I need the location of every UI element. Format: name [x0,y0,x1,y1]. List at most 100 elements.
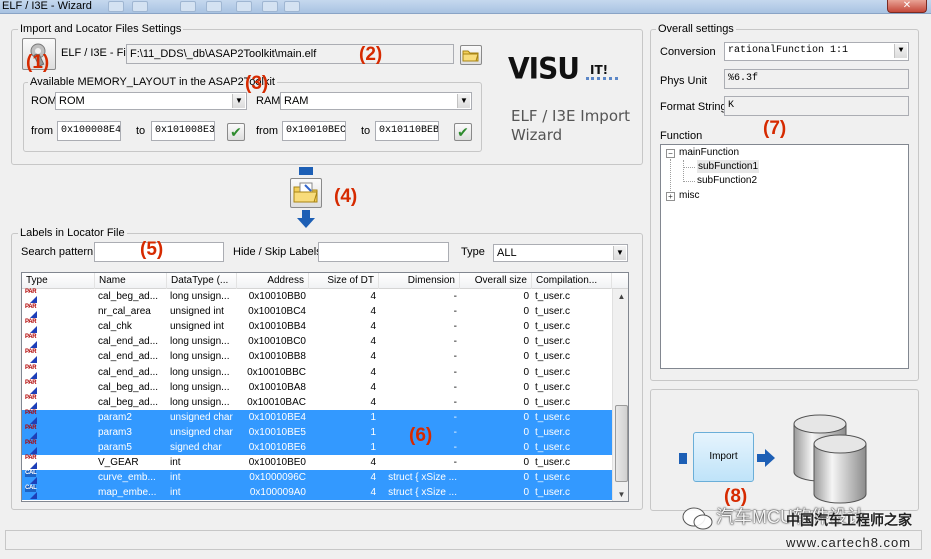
check-icon: ✔ [457,124,469,140]
table-row[interactable]: PAR cal_beg_ad... long unsign... 0x10010BA8… [22,380,612,395]
column-header-datatype[interactable]: DataType (... [167,273,237,289]
scroll-up-icon[interactable]: ▲ [613,289,628,304]
scroll-down-icon[interactable]: ▼ [613,487,628,501]
type-icon-triangle [30,356,37,364]
tree-node-sub-function-2[interactable]: subFunction2 [697,174,757,187]
format-string-field[interactable]: K [724,96,909,116]
cell-size: 4 [370,336,376,348]
tree-line [683,167,695,168]
tree-line [683,160,684,182]
type-filter-label: Type [461,246,485,258]
expand-icon[interactable]: + [666,192,675,201]
ram-to-label: to [361,125,371,137]
chevron-down-icon[interactable]: ▼ [894,44,907,58]
tree-node-misc[interactable]: misc [679,189,700,202]
table-row[interactable]: CAL curve_emb... int 0x1000096C 4 struct { xS… [22,470,612,486]
cell-name: param2 [98,411,132,423]
table-row[interactable]: PAR param2 unsigned char 0x10010BE4 1 - 0 t_use… [22,409,612,425]
table-row[interactable]: PAR cal_beg_ad... long unsign... 0x10010BAC… [22,395,612,410]
type-filter-select[interactable]: ALL ▼ [493,244,628,262]
scrollbar-thumb[interactable] [615,405,628,482]
column-header-overall-size[interactable]: Overall size [460,273,532,289]
table-row[interactable]: PAR cal_chk unsigned int 0x10010BB4 4 - 0 t_use… [22,319,612,334]
tree-node-main-function[interactable]: mainFunction [679,146,739,159]
annotation-6: (6) [409,425,433,446]
cell-datatype: long unsign... [170,396,230,408]
type-icon-label: PAR [25,409,37,416]
rom-select[interactable]: ROM ▼ [55,92,247,110]
cell-datatype: unsigned int [170,321,224,333]
column-header-type[interactable]: Type [22,273,95,289]
ram-from-field[interactable]: 0x10010BEC [282,121,346,141]
title-bar: ELF / I3E - Wizard ✕ [0,0,931,14]
cell-compilation: t_user.c [535,351,571,363]
conversion-select[interactable]: rationalFunction 1:1 ▼ [724,42,909,61]
import-button[interactable]: Import [693,432,754,482]
type-icon-label: CAL [25,470,37,478]
rom-to-field[interactable]: 0x101008E3 [151,121,215,141]
table-row[interactable]: PAR param3 unsigned char 0x10010BE5 1-0 t_use… [22,424,612,440]
close-button[interactable]: ✕ [887,0,927,13]
cell-name: cal_end_ad... [98,351,159,363]
column-header-compilation[interactable]: Compilation... [532,273,612,289]
table-row[interactable]: PAR param5 signed char 0x10010BE6 1-0 t_user.… [22,440,612,456]
chevron-down-icon[interactable]: ▼ [457,94,470,108]
table-row[interactable]: CAL map_embe... int 0x100009A0 4 struct { xSi… [22,485,612,501]
toolbar-icon[interactable] [132,1,148,12]
rom-apply-button[interactable]: ✔ [227,123,245,141]
table-row[interactable]: PAR V_GEAR int 0x10010BE0 4 - 0 t_user.c [22,455,612,470]
parameter-type-icon: PAR [25,409,39,424]
annotation-8: (8) [724,486,748,507]
cell-address: 0x10010BE5 [248,426,306,438]
toolbar-icon[interactable] [262,1,278,12]
type-icon-label: PAR [25,334,37,341]
table-row[interactable]: PAR cal_end_ad... long unsign... 0x10010BBC… [22,365,612,380]
watermark-site-name: 中国汽车工程师之家 [786,512,912,528]
table-row[interactable]: PAR cal_end_ad... long unsign... 0x10010BC0… [22,334,612,349]
toolbar-icon[interactable] [284,1,300,12]
tree-node-sub-function-1[interactable]: subFunction1 [697,160,760,173]
toolbar-icon[interactable] [108,1,124,12]
toolbar-icon[interactable] [206,1,222,12]
toolbar-icon[interactable] [236,1,252,12]
browse-folder-button[interactable] [460,45,482,65]
cell-dimension: struct { xSize ... [388,487,457,499]
ram-select[interactable]: RAM ▼ [280,92,472,110]
column-header-name[interactable]: Name [95,273,167,289]
collapse-icon[interactable]: − [666,149,675,158]
labels-table[interactable]: Type Name DataType (... Address Size of … [21,272,629,502]
table-row[interactable]: PAR cal_beg_ad... long unsign... 0x10010BB0… [22,289,612,304]
table-row[interactable]: PAR cal_end_ad... long unsign... 0x10010BB8… [22,349,612,364]
hide-skip-input[interactable] [318,242,449,262]
type-icon-triangle [30,462,37,470]
toolbar-icon[interactable] [180,1,196,12]
elf-file-path-field[interactable]: F:\11_DDS\_db\ASAP2Toolkit\main.elf [126,44,454,64]
phys-unit-field[interactable]: %6.3f [724,69,909,89]
column-header-dimension[interactable]: Dimension [379,273,460,289]
column-header-size[interactable]: Size of DT [309,273,379,289]
ram-to-field[interactable]: 0x10110BEB [375,121,439,141]
cell-address: 0x10010BBC [247,366,306,378]
function-tree[interactable]: − mainFunction subFunction1 subFunction2… [660,144,909,369]
cell-size: 4 [370,351,376,363]
rom-from-field[interactable]: 0x100008E4 [57,121,121,141]
ram-apply-button[interactable]: ✔ [454,123,472,141]
cell-name: nr_cal_area [98,306,151,318]
ram-from-label: from [256,125,278,137]
chevron-down-icon[interactable]: ▼ [232,94,245,108]
cell-compilation: t_user.c [535,291,571,302]
overall-settings-legend: Overall settings [656,23,736,35]
cell-compilation: t_user.c [535,472,571,484]
parameter-type-icon: PAR [25,440,39,454]
table-row[interactable]: PAR nr_cal_area unsigned int 0x10010BC4 4 - 0 t… [22,304,612,319]
column-header-address[interactable]: Address [237,273,309,289]
cell-dimension: struct { xSize ... [388,472,457,484]
elf-file-label: ELF / I3E - File [61,47,135,59]
cell-overall-size: 0 [523,381,529,393]
cell-address: 0x10010BB0 [248,291,306,302]
load-labels-button[interactable] [290,178,322,208]
rom-label: ROM [31,95,57,107]
chevron-down-icon[interactable]: ▼ [613,246,626,260]
table-scrollbar[interactable]: ▲ ▼ [612,289,628,501]
type-icon-triangle [30,326,37,334]
